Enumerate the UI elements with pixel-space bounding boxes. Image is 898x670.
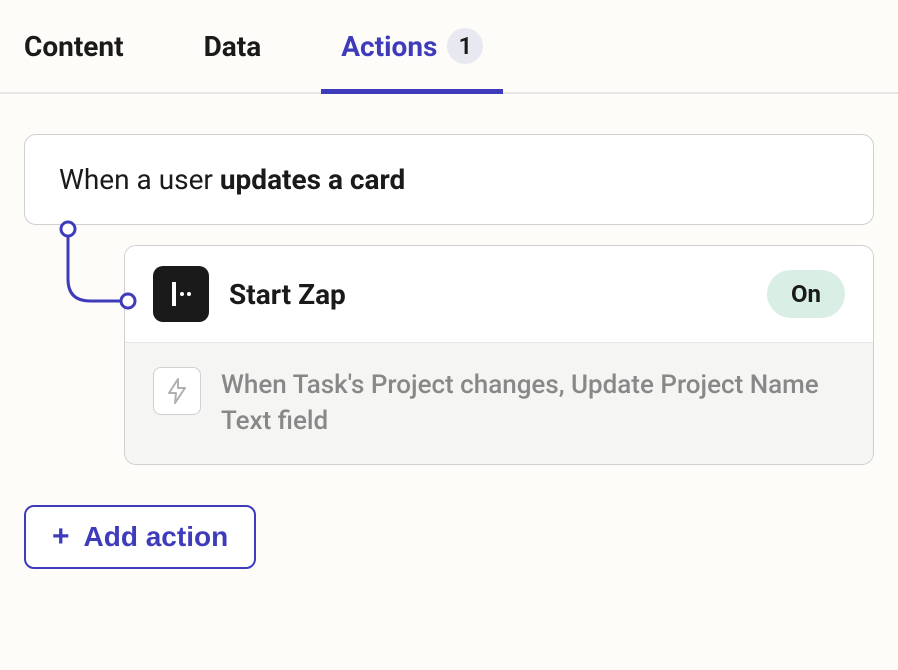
tab-label: Actions (341, 30, 437, 63)
tab-content[interactable]: Content (24, 2, 124, 91)
plus-icon: + (52, 522, 70, 552)
integration-icon (153, 266, 209, 322)
action-title: Start Zap (229, 278, 747, 311)
tab-data[interactable]: Data (204, 2, 262, 91)
tab-label: Content (24, 30, 124, 63)
action-card[interactable]: Start Zap On When Task's Project changes… (124, 245, 874, 465)
tab-badge: 1 (447, 28, 483, 64)
status-badge: On (767, 270, 845, 318)
action-description: When Task's Project changes, Update Proj… (221, 367, 845, 440)
add-action-label: Add action (84, 521, 229, 553)
bolt-icon (153, 367, 201, 415)
action-header: Start Zap On (125, 246, 873, 342)
actions-panel: When a user updates a card Start Zap On (0, 94, 898, 609)
trigger-card[interactable]: When a user updates a card (24, 134, 874, 225)
connector-line (60, 229, 140, 309)
trigger-prefix: When a user (59, 163, 220, 196)
tab-label: Data (204, 30, 262, 63)
action-body: When Task's Project changes, Update Proj… (125, 342, 873, 464)
trigger-event: updates a card (220, 163, 405, 196)
tab-actions[interactable]: Actions 1 (341, 0, 483, 92)
tab-bar: Content Data Actions 1 (0, 0, 898, 94)
add-action-button[interactable]: + Add action (24, 505, 256, 569)
